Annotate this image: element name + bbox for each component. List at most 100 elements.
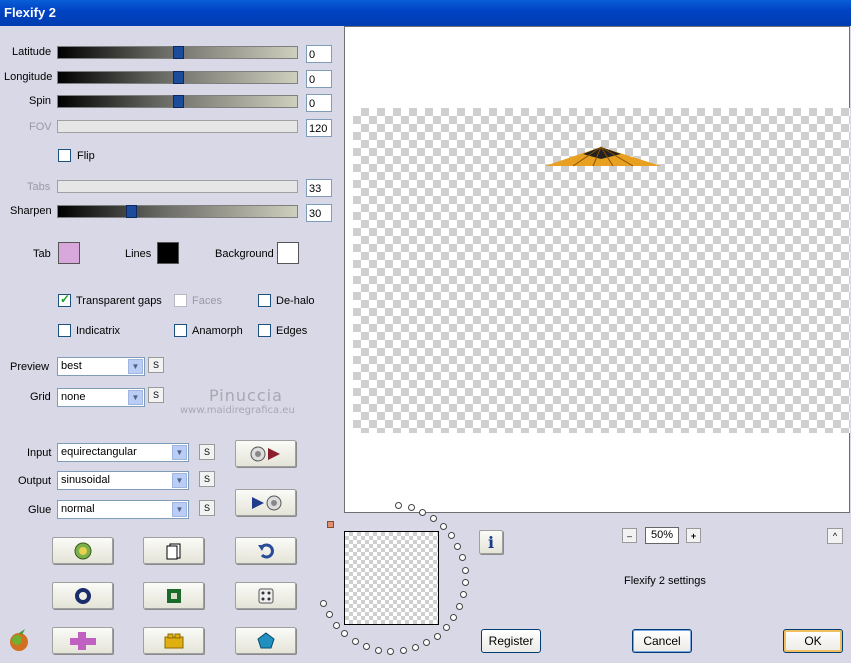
copy-button[interactable]	[143, 537, 204, 564]
navigator-dial-dot[interactable]	[332, 621, 340, 629]
navigator-dial-dot[interactable]	[325, 611, 333, 619]
flip-label: Flip	[77, 150, 95, 162]
ok-button[interactable]: OK	[783, 629, 843, 653]
navigator-dial-dot[interactable]	[351, 637, 359, 645]
undo-button[interactable]	[235, 537, 296, 564]
faces-label: Faces	[192, 295, 222, 307]
lines-color-swatch[interactable]	[157, 242, 179, 264]
zoom-out-button[interactable]: –	[622, 528, 637, 543]
document-icon	[166, 543, 180, 559]
spin-input[interactable]: 0	[306, 94, 332, 112]
sharpen-slider[interactable]	[57, 205, 298, 218]
fov-slider	[57, 120, 298, 133]
grid-select[interactable]: none ▼	[57, 388, 145, 407]
preview-select-value: best	[61, 360, 82, 372]
de-halo-label: De-halo	[276, 295, 315, 307]
navigator-dial-dot[interactable]	[419, 508, 427, 516]
indicatrix-label: Indicatrix	[76, 325, 121, 337]
pentagon-button[interactable]	[235, 627, 296, 654]
grid-s-button[interactable]: S	[148, 387, 164, 403]
longitude-slider-thumb[interactable]	[173, 71, 184, 84]
tabs-input: 33	[306, 179, 332, 197]
tab-color-swatch[interactable]	[58, 242, 80, 264]
info-button[interactable]: i	[479, 530, 503, 554]
zoom-in-button[interactable]: +	[686, 528, 701, 543]
glue-label: Glue	[28, 504, 52, 516]
navigator-handle[interactable]	[327, 521, 334, 528]
output-select[interactable]: sinusoidal ▼	[57, 471, 189, 490]
dice-icon	[258, 588, 273, 603]
globe-icon	[74, 542, 91, 559]
tabs-label: Tabs	[27, 181, 51, 193]
chevron-down-icon[interactable]: ▼	[128, 359, 143, 374]
square-button[interactable]	[143, 582, 204, 609]
grid-label: Grid	[30, 391, 51, 403]
randomize-button[interactable]	[52, 537, 113, 564]
longitude-slider[interactable]	[57, 71, 298, 84]
sharpen-input[interactable]: 30	[306, 204, 332, 222]
navigator-thumbnail[interactable]	[344, 531, 439, 625]
collapse-button[interactable]: ^	[827, 528, 843, 544]
glue-s-button[interactable]: S	[199, 500, 215, 516]
latitude-slider[interactable]	[57, 46, 298, 59]
output-s-button[interactable]: S	[199, 471, 215, 487]
indicatrix-checkbox[interactable]	[58, 324, 71, 337]
save-preset-button[interactable]	[235, 489, 296, 516]
navigator-dial-dot[interactable]	[399, 647, 407, 655]
glue-select-value: normal	[61, 503, 95, 515]
lines-color-label: Lines	[125, 248, 152, 260]
longitude-input[interactable]: 0	[306, 70, 332, 88]
flexified-image-shape	[545, 146, 661, 167]
latitude-slider-thumb[interactable]	[173, 46, 184, 59]
main-preview-pane	[344, 26, 850, 513]
preview-s-button[interactable]: S	[148, 357, 164, 373]
latitude-input[interactable]: 0	[306, 45, 332, 63]
output-select-value: sinusoidal	[61, 474, 110, 486]
cross-button[interactable]	[52, 627, 113, 654]
flip-checkbox[interactable]	[58, 149, 71, 162]
preview-select[interactable]: best ▼	[57, 357, 145, 376]
glue-select[interactable]: normal ▼	[57, 500, 189, 519]
disc-play-icon	[250, 446, 280, 461]
input-select[interactable]: equirectangular ▼	[57, 443, 189, 462]
navigator-dial-dot[interactable]	[433, 632, 441, 640]
transparent-gaps-checkbox[interactable]	[58, 292, 71, 307]
edges-checkbox[interactable]	[258, 324, 271, 337]
transparent-gaps-label: Transparent gaps	[76, 295, 162, 307]
de-halo-checkbox[interactable]	[258, 294, 271, 307]
cancel-button[interactable]: Cancel	[632, 629, 692, 653]
ring-button[interactable]	[52, 582, 113, 609]
pentagon-icon	[256, 631, 275, 648]
load-preset-button[interactable]	[235, 440, 296, 467]
anamorph-checkbox[interactable]	[174, 324, 187, 337]
navigator-dial-dot[interactable]	[439, 522, 447, 530]
input-s-button[interactable]: S	[199, 444, 215, 460]
output-label: Output	[18, 475, 52, 487]
input-select-value: equirectangular	[61, 446, 137, 458]
register-button[interactable]: Register	[481, 629, 541, 653]
spin-slider-thumb[interactable]	[173, 95, 184, 108]
input-label: Input	[27, 447, 52, 459]
sharpen-slider-thumb[interactable]	[126, 205, 137, 218]
brick-icon	[164, 633, 183, 648]
info-icon: i	[487, 532, 495, 552]
chevron-down-icon[interactable]: ▼	[128, 390, 143, 405]
navigator-dial-dot[interactable]	[430, 514, 438, 522]
navigator-dial-dot[interactable]	[461, 566, 469, 574]
tab-color-label: Tab	[33, 248, 51, 260]
navigator-dial-dot[interactable]	[461, 579, 469, 587]
spin-slider[interactable]	[57, 95, 298, 108]
navigator-dial-dot[interactable]	[362, 643, 370, 651]
zoom-level: 50%	[645, 527, 679, 544]
watermark-name: Pinuccia	[209, 386, 283, 405]
chevron-down-icon[interactable]: ▼	[172, 445, 187, 460]
chevron-down-icon[interactable]: ▼	[172, 502, 187, 517]
longitude-label: Longitude	[4, 71, 53, 83]
latitude-label: Latitude	[12, 46, 52, 58]
dice-button[interactable]	[235, 582, 296, 609]
preview-label: Preview	[10, 361, 50, 373]
navigator-dial-dot[interactable]	[374, 646, 382, 654]
chevron-down-icon[interactable]: ▼	[172, 473, 187, 488]
brick-button[interactable]	[143, 627, 204, 654]
background-color-swatch[interactable]	[277, 242, 299, 264]
